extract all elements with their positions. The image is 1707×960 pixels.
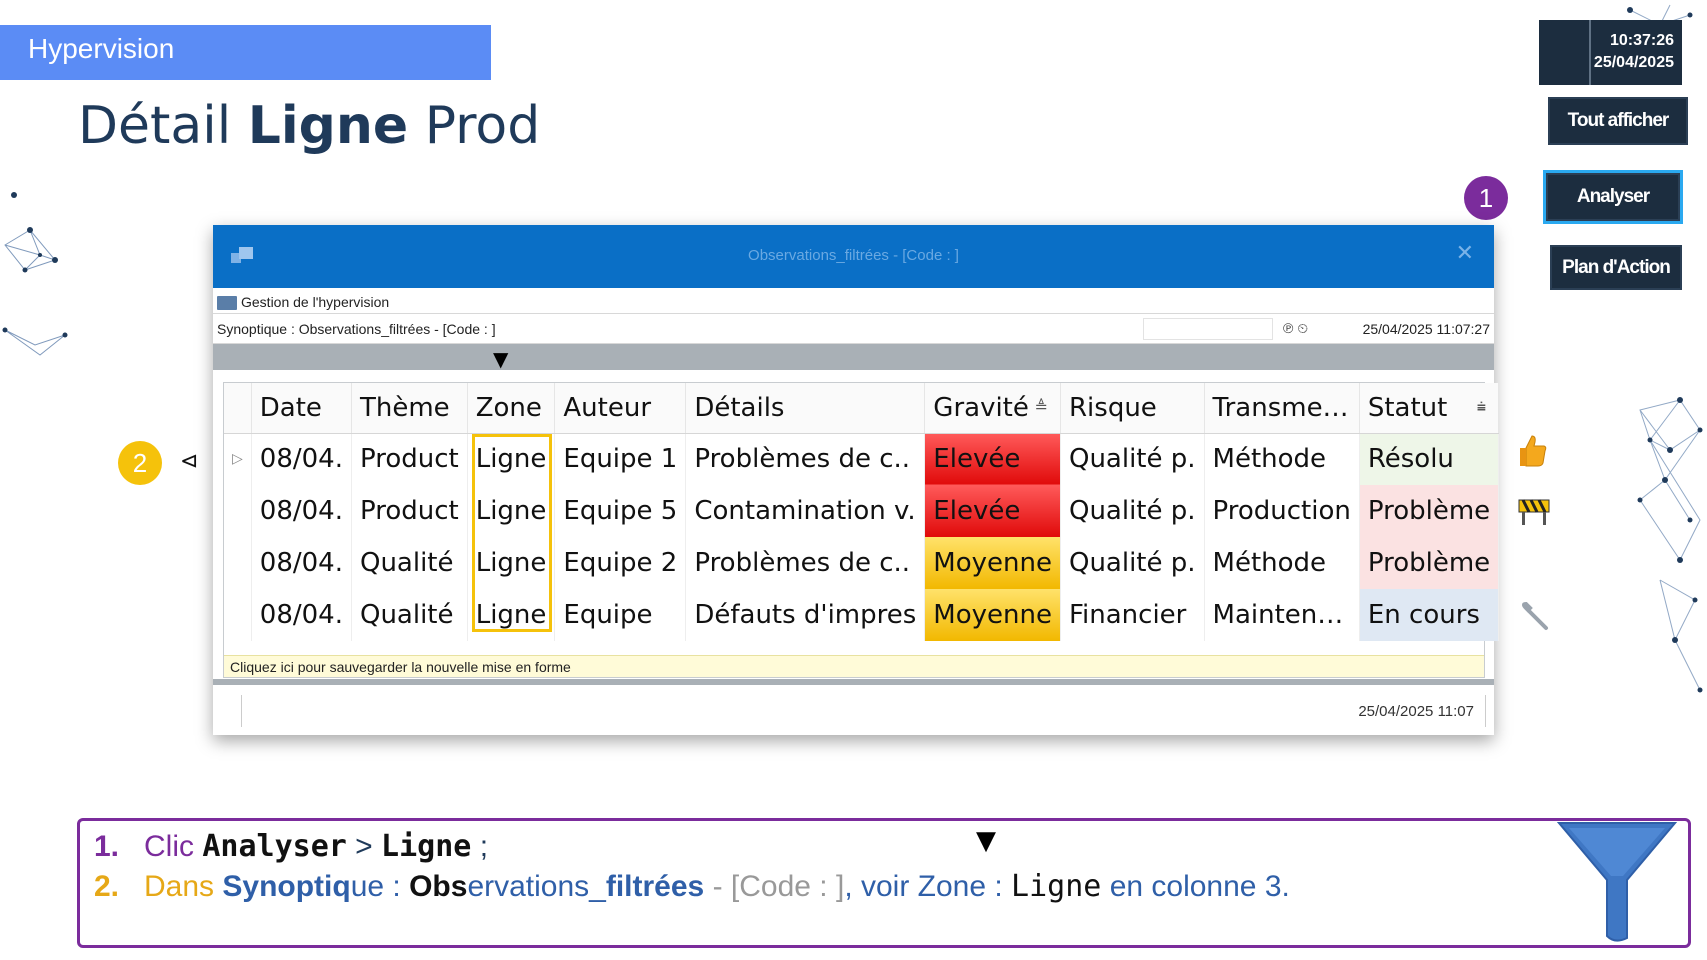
cell-status[interactable]: En cours	[1359, 589, 1500, 641]
cell-status[interactable]: Résolu	[1359, 433, 1500, 485]
row-indicator-icon: ▷	[224, 433, 252, 485]
instruction-box: 1. Clic Analyser > Ligne ; 2. Dans Synopti…	[77, 818, 1691, 948]
cell-details[interactable]: Problèmes de c..	[685, 537, 926, 589]
dialog-titlebar: Observations_filtrées - [Code : ] ✕	[213, 225, 1494, 288]
cell-transmission[interactable]: Production	[1204, 485, 1360, 537]
breadcrumb-text: Synoptique : Observations_filtrées - [Co…	[217, 321, 496, 337]
cell-severity[interactable]: Elevée	[924, 485, 1061, 537]
breadcrumb-datetime: 25/04/2025 11:07:27	[1362, 321, 1490, 337]
status-divider	[241, 695, 242, 727]
breadcrumb-field[interactable]	[1143, 318, 1273, 340]
status-datetime: 25/04/2025 11:07	[1358, 703, 1474, 720]
save-layout-link[interactable]: Cliquez ici pour sauvegarder la nouvelle…	[224, 655, 1484, 677]
cell-severity[interactable]: Elevée	[924, 433, 1061, 485]
drop-arrow-icon: ▼	[493, 347, 509, 371]
grid-header-row: Date Thème Zone Auteur Détails Gravité ≜ …	[224, 383, 1500, 434]
group-panel[interactable]: ▼	[213, 344, 1494, 371]
menu-bar: Gestion de l'hypervision	[213, 288, 1494, 314]
observations-dialog: Observations_filtrées - [Code : ] ✕ Gest…	[213, 225, 1500, 735]
cell-zone[interactable]: Ligne	[467, 537, 556, 589]
down-arrow-icon: ▼	[976, 826, 996, 856]
sort-icon[interactable]: ≜	[1035, 397, 1048, 416]
cell-theme[interactable]: Product	[351, 485, 468, 537]
col-header-author[interactable]: Auteur	[554, 383, 687, 434]
table-row[interactable]: 08/04. Qualité Ligne Equipe Défauts d'im…	[224, 589, 1500, 641]
section-header: Hypervision	[0, 25, 491, 80]
table-row[interactable]: 08/04. Qualité Ligne Equipe 2 Problèmes …	[224, 537, 1500, 589]
instruction-line-2: 2. Dans Synoptique : Observations_filtrée…	[94, 869, 1290, 904]
clock-side-panel	[1539, 20, 1591, 85]
cell-zone[interactable]: Ligne	[467, 485, 556, 537]
data-grid: Date Thème Zone Auteur Détails Gravité ≜ …	[223, 382, 1500, 678]
cursor-pointer-icon: ⊲	[180, 449, 199, 474]
cell-zone[interactable]: Ligne	[467, 433, 556, 485]
cell-zone[interactable]: Ligne	[467, 589, 556, 641]
cell-status[interactable]: Problème	[1359, 485, 1500, 537]
filter-funnel-icon	[1555, 818, 1680, 947]
col-header-risk[interactable]: Risque	[1060, 383, 1205, 434]
col-header-details[interactable]: Détails	[685, 383, 926, 434]
cell-theme[interactable]: Product	[351, 433, 468, 485]
cell-severity[interactable]: Moyenne	[924, 537, 1061, 589]
grid-scrollbar[interactable]	[213, 679, 1494, 685]
app-menu-icon	[217, 296, 237, 311]
table-row[interactable]: ▷ 08/04. Product Ligne Equipe 1 Problème…	[224, 433, 1500, 485]
cell-date[interactable]: 08/04.	[251, 485, 352, 537]
cell-theme[interactable]: Qualité	[351, 537, 468, 589]
cell-risk[interactable]: Qualité p.	[1060, 485, 1205, 537]
network-decoration-left	[0, 180, 80, 360]
thumbs-up-icon	[1518, 434, 1548, 475]
row-indicator-header	[224, 383, 252, 434]
cell-author[interactable]: Equipe	[554, 589, 687, 641]
menu-hypervision[interactable]: Gestion de l'hypervision	[241, 294, 389, 310]
col-header-severity[interactable]: Gravité ≜	[924, 383, 1061, 434]
col-header-date[interactable]: Date	[251, 383, 352, 434]
cell-transmission[interactable]: Méthode	[1204, 537, 1360, 589]
cell-transmission[interactable]: Méthode	[1204, 433, 1360, 485]
cell-theme[interactable]: Qualité	[351, 589, 468, 641]
filter-icon[interactable]: ⩧	[1477, 397, 1486, 417]
cell-date[interactable]: 08/04.	[251, 589, 352, 641]
cell-details[interactable]: Contamination v.	[685, 485, 926, 537]
col-header-status[interactable]: Statut ⩧	[1359, 383, 1500, 434]
cell-date[interactable]: 08/04.	[251, 433, 352, 485]
cell-author[interactable]: Equipe 2	[554, 537, 687, 589]
status-divider	[1485, 695, 1486, 727]
step-badge-2: 2	[118, 441, 162, 485]
cell-date[interactable]: 08/04.	[251, 537, 352, 589]
barrier-icon	[1517, 496, 1551, 533]
analyze-button[interactable]: Analyser	[1543, 170, 1683, 224]
cell-status[interactable]: Problème	[1359, 537, 1500, 589]
status-bar: 25/04/2025 11:07	[213, 687, 1494, 735]
close-icon[interactable]: ✕	[1456, 241, 1474, 266]
col-header-zone[interactable]: Zone	[467, 383, 556, 434]
col-header-transmission[interactable]: Transme…	[1204, 383, 1360, 434]
wrench-icon	[1520, 601, 1550, 639]
cell-severity[interactable]: Moyenne	[924, 589, 1061, 641]
cell-risk[interactable]: Financier	[1060, 589, 1205, 641]
breadcrumb: Synoptique : Observations_filtrées - [Co…	[213, 314, 1494, 344]
table-row[interactable]: 08/04. Product Ligne Equipe 5 Contaminat…	[224, 485, 1500, 537]
col-header-theme[interactable]: Thème	[351, 383, 468, 434]
dialog-title: Observations_filtrées - [Code : ]	[748, 247, 959, 264]
cell-transmission[interactable]: Mainten…	[1204, 589, 1360, 641]
cell-author[interactable]: Equipe 5	[554, 485, 687, 537]
cell-author[interactable]: Equipe 1	[554, 433, 687, 485]
page-title: Détail Ligne Prod	[78, 96, 541, 156]
cell-risk[interactable]: Qualité p.	[1060, 433, 1205, 485]
cell-details[interactable]: Défauts d'impres	[685, 589, 926, 641]
breadcrumb-icons[interactable]: ℗ ⏲	[1283, 320, 1308, 337]
show-all-button[interactable]: Tout afficher	[1548, 97, 1688, 145]
step-badge-1: 1	[1464, 176, 1508, 220]
action-plan-button[interactable]: Plan d'Action	[1550, 245, 1682, 290]
cell-details[interactable]: Problèmes de c..	[685, 433, 926, 485]
cell-risk[interactable]: Qualité p.	[1060, 537, 1205, 589]
instruction-line-1: 1. Clic Analyser > Ligne ;	[94, 829, 489, 864]
